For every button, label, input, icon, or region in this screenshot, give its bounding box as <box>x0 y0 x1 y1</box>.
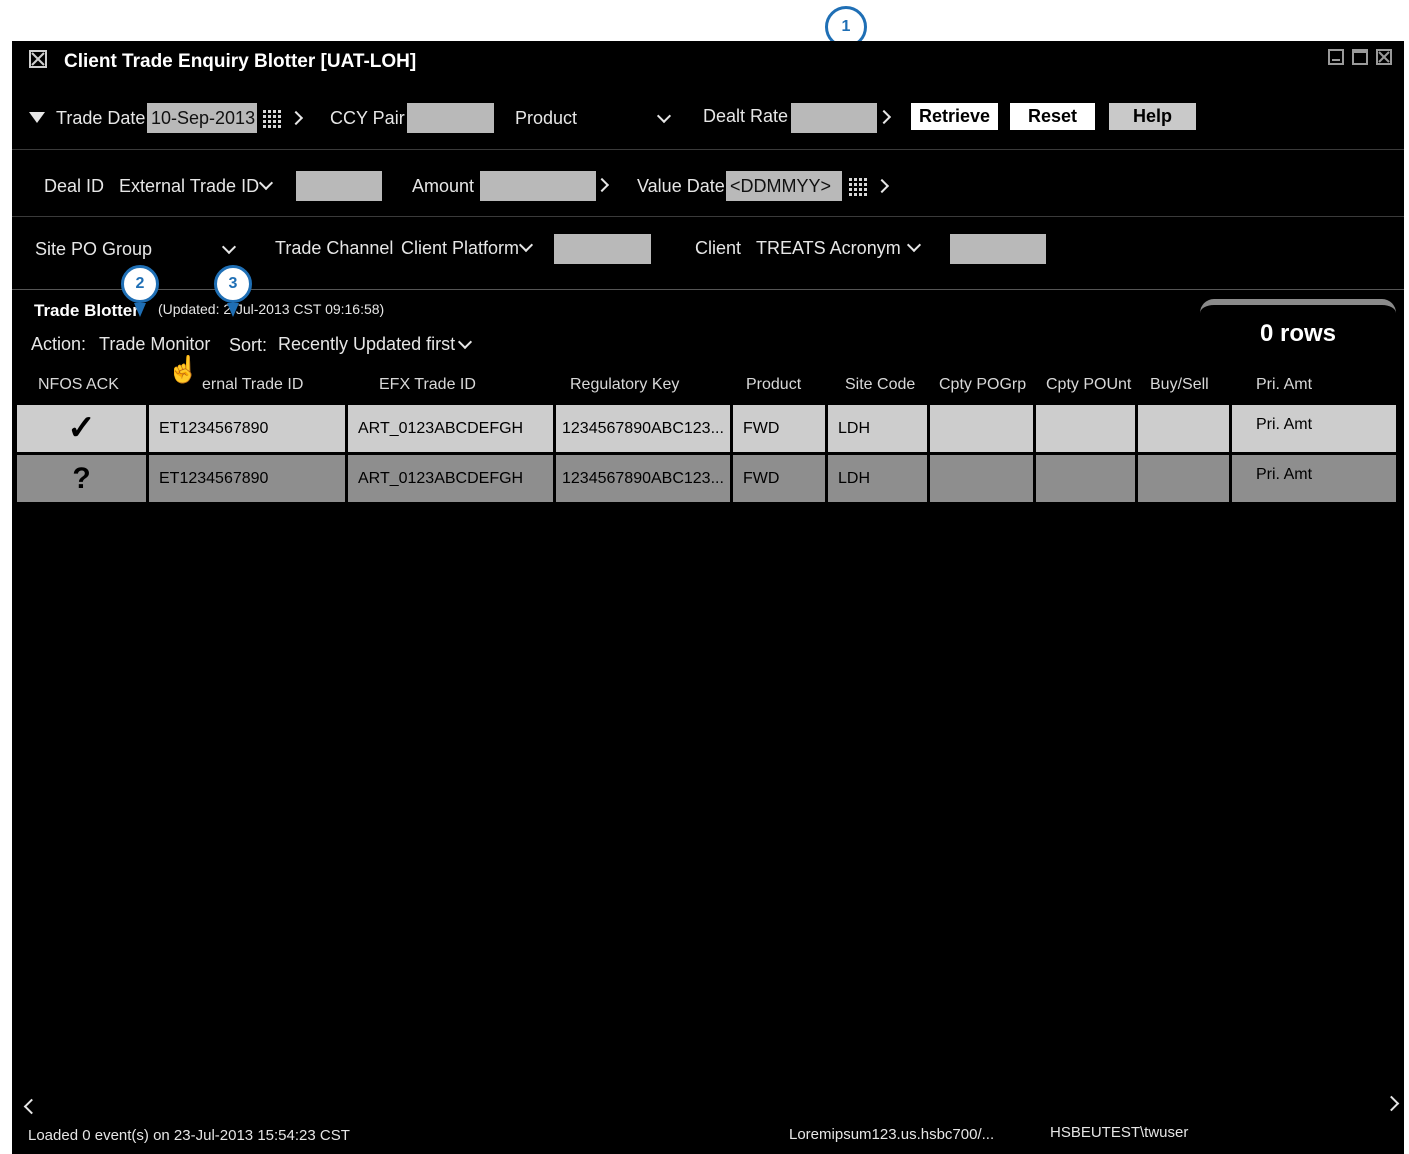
value-date-label: Value Date <box>637 176 725 196</box>
window-close-icon[interactable] <box>29 50 47 68</box>
table-row[interactable]: ? ET1234567890 ART_0123ABCDEFGH 12345678… <box>17 455 1397 502</box>
cell-site-code: LDH <box>828 455 927 502</box>
amount-input[interactable] <box>480 171 596 201</box>
trade-date-input[interactable]: 10-Sep-2013 <box>147 103 257 133</box>
cell-product: FWD <box>733 405 825 452</box>
cell-cpty-pount <box>1036 405 1135 452</box>
cell-product: FWD <box>733 455 825 502</box>
calendar-icon[interactable] <box>849 178 869 196</box>
retrieve-button[interactable]: Retrieve <box>911 103 998 130</box>
callout-pointer-3 <box>227 303 239 317</box>
sort-dropdown[interactable]: Recently Updated first <box>278 334 455 355</box>
client-platform-dropdown[interactable]: Client Platform <box>401 238 519 259</box>
column-header-regulatory-key[interactable]: Regulatory Key <box>570 376 679 394</box>
hand-cursor-icon: ☝ <box>167 354 200 384</box>
site-po-group-label[interactable]: Site PO Group <box>35 239 152 260</box>
blotter-window: Client Trade Enquiry Blotter [UAT-LOH] T… <box>12 41 1404 1154</box>
ccy-pair-label: CCY Pair <box>330 108 405 128</box>
cell-site-code: LDH <box>828 405 927 452</box>
action-label: Action: <box>31 334 87 354</box>
table-row[interactable]: ✓ ET1234567890 ART_0123ABCDEFGH 12345678… <box>17 405 1397 452</box>
cell-efx-trade-id: ART_0123ABCDEFGH <box>348 405 553 452</box>
cell-buy-sell <box>1138 455 1229 502</box>
client-label: Client <box>695 238 742 258</box>
chevron-right-icon[interactable] <box>594 177 610 193</box>
sort-dropdown-icon[interactable] <box>457 334 473 350</box>
close-window-icon[interactable] <box>1376 49 1392 65</box>
external-trade-id-dropdown-icon[interactable] <box>258 175 274 191</box>
trade-channel-label: Trade Channel <box>275 238 394 258</box>
chevron-right-icon[interactable] <box>874 178 890 194</box>
chevron-right-icon[interactable] <box>288 110 304 126</box>
cell-nfos-ack: ✓ <box>17 405 146 452</box>
cell-cpty-pogrp <box>930 455 1033 502</box>
callout-pointer-2 <box>134 303 146 317</box>
column-header-site-code[interactable]: Site Code <box>845 376 915 394</box>
action-value[interactable]: Trade Monitor <box>99 334 210 355</box>
column-header-nfos-ack[interactable]: NFOS ACK <box>38 376 119 394</box>
cell-nfos-ack: ? <box>17 455 146 502</box>
updated-timestamp: (Updated: 2-Jul-2013 CST 09:16:58) <box>158 301 385 317</box>
column-header-cpty-pogrp[interactable]: Cpty POGrp <box>939 376 1026 394</box>
cell-external-trade-id: ET1234567890 <box>149 405 345 452</box>
column-header-product[interactable]: Product <box>746 376 801 394</box>
cell-cpty-pogrp <box>930 405 1033 452</box>
cell-buy-sell <box>1138 405 1229 452</box>
column-header-pri-amt[interactable]: Pri. Amt <box>1256 376 1312 394</box>
client-platform-input[interactable] <box>554 234 651 264</box>
status-server-text: Loremipsum123.us.hsbc700/... <box>789 1126 995 1143</box>
column-header-external-trade-id[interactable]: ernal Trade ID <box>202 376 303 394</box>
cell-pri-amt: Pri. Amt <box>1232 455 1396 502</box>
reset-button[interactable]: Reset <box>1010 103 1095 130</box>
amount-label: Amount <box>412 176 475 196</box>
cell-pri-amt: Pri. Amt <box>1232 405 1396 452</box>
status-user-text: HSBEUTEST\twuser <box>1050 1124 1189 1141</box>
status-loaded-text: Loaded 0 event(s) on 23-Jul-2013 15:54:2… <box>28 1127 350 1144</box>
callout-badge-2: 2 <box>121 265 159 303</box>
scroll-right-icon[interactable] <box>1383 1095 1400 1112</box>
value-date-input[interactable]: <DDMMYY> <box>726 171 842 201</box>
cell-regulatory-key: 1234567890ABC123... <box>556 405 730 452</box>
collapse-triangle-icon[interactable] <box>29 112 45 123</box>
row-count-tab: 0 rows <box>1200 299 1396 361</box>
cell-regulatory-key: 1234567890ABC123... <box>556 455 730 502</box>
treats-acronym-input[interactable] <box>950 234 1046 264</box>
callout-badge-3: 3 <box>214 265 252 303</box>
product-dropdown-icon[interactable] <box>656 108 672 124</box>
chevron-right-icon[interactable] <box>876 109 892 125</box>
column-header-cpty-pount[interactable]: Cpty POUnt <box>1046 376 1131 394</box>
column-header-efx-trade-id[interactable]: EFX Trade ID <box>379 376 476 394</box>
external-trade-id-input[interactable] <box>296 171 382 201</box>
cell-efx-trade-id: ART_0123ABCDEFGH <box>348 455 553 502</box>
blotter-title: Trade Blotter <box>34 301 139 320</box>
trade-date-label: Trade Date <box>56 108 146 128</box>
dealt-rate-input[interactable] <box>791 103 877 133</box>
dealt-rate-label: Dealt Rate <box>703 106 789 126</box>
help-button[interactable]: Help <box>1109 103 1196 130</box>
sort-label: Sort: <box>229 335 268 355</box>
maximize-icon[interactable] <box>1352 49 1368 65</box>
site-po-group-dropdown-icon[interactable] <box>221 239 237 255</box>
treats-acronym-dropdown[interactable]: TREATS Acronym <box>756 238 901 259</box>
divider <box>12 149 1404 150</box>
calendar-icon[interactable] <box>263 110 283 128</box>
deal-id-label: Deal ID <box>44 176 105 196</box>
window-title: Client Trade Enquiry Blotter [UAT-LOH] <box>64 51 417 72</box>
cell-external-trade-id: ET1234567890 <box>149 455 345 502</box>
minimize-icon[interactable] <box>1328 49 1344 65</box>
product-label[interactable]: Product <box>515 108 577 129</box>
scroll-left-icon[interactable] <box>23 1098 40 1115</box>
client-platform-dropdown-icon[interactable] <box>518 237 534 253</box>
treats-acronym-dropdown-icon[interactable] <box>906 237 922 253</box>
ccy-pair-input[interactable] <box>407 103 494 133</box>
cell-cpty-pount <box>1036 455 1135 502</box>
external-trade-id-dropdown[interactable]: External Trade ID <box>119 176 259 197</box>
divider <box>12 216 1404 217</box>
column-header-buy-sell[interactable]: Buy/Sell <box>1150 376 1209 394</box>
